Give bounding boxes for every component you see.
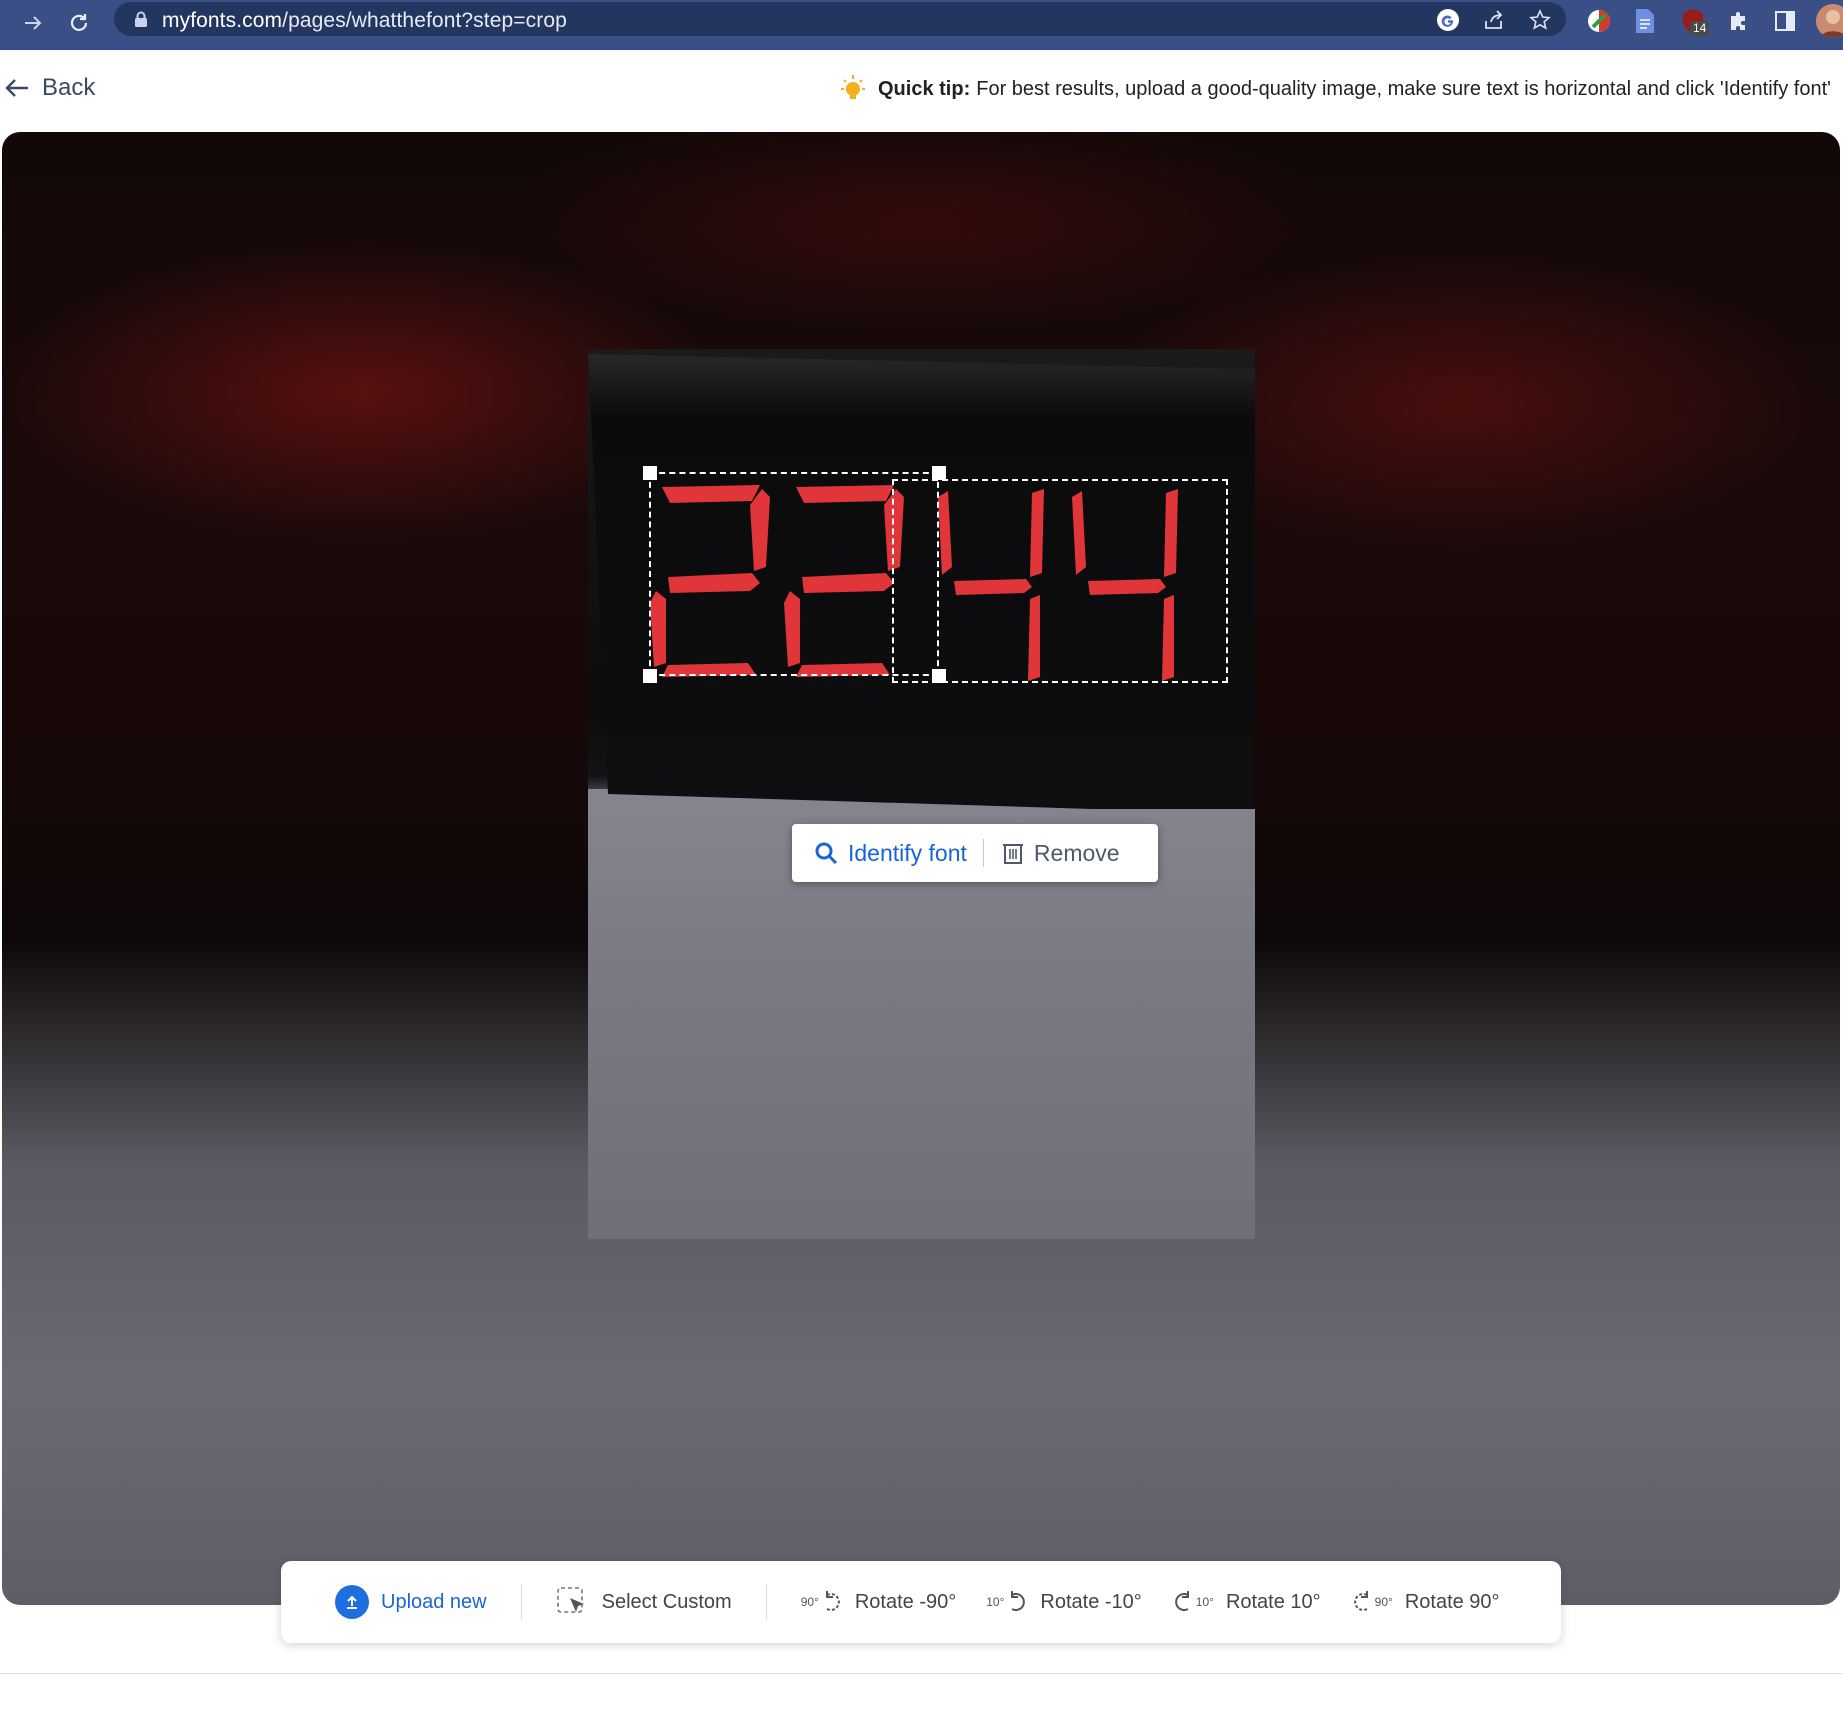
detected-text-region[interactable]: [892, 479, 1228, 683]
select-custom-label: Select Custom: [601, 1590, 732, 1613]
rotate-plus-90-icon-text: 90°: [1374, 1595, 1393, 1609]
extension-color-icon: [1588, 10, 1610, 32]
lock-icon: [135, 11, 147, 27]
rotate-minus-10-icon-text: 10°: [986, 1595, 1005, 1609]
avatar-icon: [1816, 4, 1843, 38]
rotate-minus-90-button[interactable]: 90° Rotate -90°: [801, 1589, 957, 1615]
upload-icon: [335, 1585, 369, 1619]
select-cursor-icon: [556, 1587, 584, 1613]
extension-button-2[interactable]: [1630, 6, 1660, 36]
crop-selection-box[interactable]: [649, 472, 939, 676]
rotate-minus-90-label: Rotate -90°: [854, 1590, 957, 1613]
select-custom-button[interactable]: Select Custom: [556, 1586, 732, 1618]
address-bar[interactable]: myfonts.com/pages/whatthefont?step=crop: [114, 2, 1566, 36]
toolbar-divider: [520, 1584, 522, 1620]
quick-tip-text: For best results, upload a good-quality …: [976, 77, 1831, 100]
toolbar-divider: [765, 1584, 767, 1620]
crop-handle-bottom-left[interactable]: [643, 669, 657, 683]
quick-tip-label: Quick tip:: [878, 77, 971, 100]
rotate-plus-90-button[interactable]: 90° Rotate 90°: [1351, 1589, 1500, 1615]
crop-handle-bottom-right[interactable]: [932, 669, 946, 683]
quick-tip: Quick tip: For best results, upload a go…: [838, 74, 1831, 104]
identify-font-label: Identify font: [848, 839, 967, 866]
reload-button[interactable]: [62, 6, 96, 40]
lightbulb-icon: [841, 75, 865, 99]
google-icon: [1437, 9, 1459, 31]
rotate-plus-90-label: Rotate 90°: [1404, 1590, 1500, 1613]
back-label: Back: [42, 74, 96, 101]
profile-avatar[interactable]: [1816, 4, 1843, 38]
url-text: myfonts.com/pages/whatthefont?step=crop: [162, 9, 567, 33]
upload-new-button[interactable]: Upload new: [335, 1585, 487, 1619]
rotate-minus-10-button[interactable]: 10° Rotate -10°: [986, 1589, 1142, 1615]
remove-button[interactable]: Remove: [984, 840, 1120, 867]
url-host: myfonts.com: [162, 9, 283, 32]
rotate-plus-10-icon-text: 10°: [1195, 1595, 1214, 1609]
extension-button-1[interactable]: [1584, 6, 1614, 36]
crop-handle-top-left[interactable]: [643, 466, 657, 480]
star-icon: [1529, 9, 1551, 30]
image-canvas[interactable]: Identify font Remove: [2, 132, 1840, 1605]
crop-action-popover: Identify font Remove: [792, 824, 1158, 882]
back-link[interactable]: Back: [4, 74, 95, 102]
rotate-left-icon: 10°: [986, 1589, 1028, 1615]
rotate-plus-10-label: Rotate 10°: [1225, 1590, 1321, 1613]
share-button[interactable]: [1480, 6, 1508, 34]
share-icon: [1485, 10, 1503, 29]
rotate-right-icon: 10°: [1172, 1589, 1214, 1615]
arrow-left-icon: [5, 79, 28, 97]
bookmark-button[interactable]: [1526, 6, 1554, 34]
arrow-right-icon: [25, 16, 42, 30]
puzzle-icon: [1731, 12, 1745, 30]
document-icon: [1636, 9, 1654, 33]
rotate-minus-10-label: Rotate -10°: [1040, 1590, 1142, 1613]
url-path: /pages/whatthefont?step=crop: [282, 9, 567, 32]
rotate-right-icon: 90°: [1351, 1589, 1393, 1615]
rotate-minus-90-icon-text: 90°: [800, 1595, 819, 1609]
trash-icon: [1002, 844, 1023, 864]
rotate-plus-10-button[interactable]: 10° Rotate 10°: [1172, 1589, 1321, 1615]
reload-icon: [70, 14, 88, 31]
uploaded-photo: [588, 349, 1255, 1239]
upload-new-label: Upload new: [381, 1590, 487, 1613]
google-lens-button[interactable]: [1434, 6, 1462, 34]
remove-label: Remove: [1033, 839, 1120, 866]
side-panel-icon: [1775, 11, 1795, 31]
identify-font-button[interactable]: Identify font: [792, 840, 983, 867]
browser-toolbar: myfonts.com/pages/whatthefont?step=crop …: [0, 0, 1843, 50]
forward-button[interactable]: [16, 6, 50, 40]
page-divider: [0, 1673, 1843, 1674]
extensions-button[interactable]: [1724, 6, 1754, 36]
crop-handle-top-right[interactable]: [932, 466, 946, 480]
rotate-left-icon: 90°: [801, 1589, 843, 1615]
extension-count-badge: 14: [1690, 21, 1710, 36]
side-panel-button[interactable]: [1770, 6, 1800, 36]
image-toolbar: Upload new Select Custom 90° Rotate -90°…: [281, 1561, 1561, 1643]
search-icon: [815, 842, 838, 865]
